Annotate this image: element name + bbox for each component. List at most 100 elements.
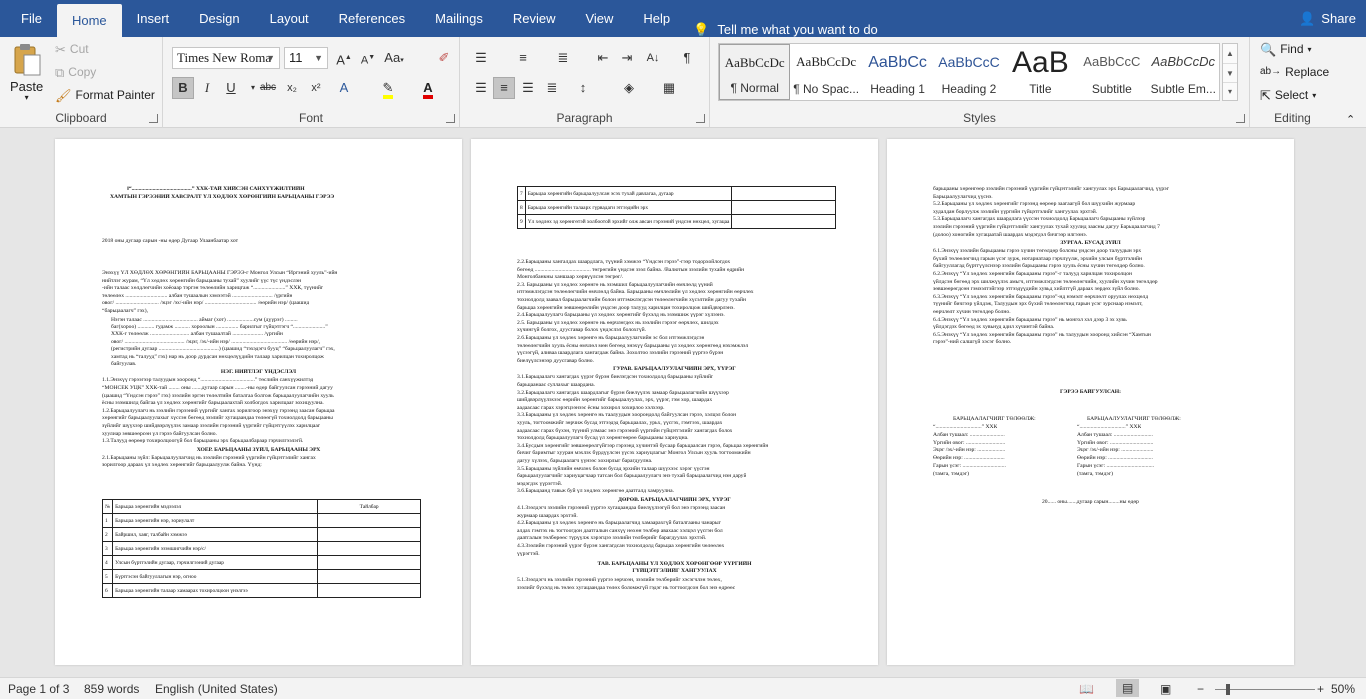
paintbrush-icon: 🖌 (55, 87, 72, 103)
collapse-ribbon-icon[interactable]: ⌃ (1346, 113, 1355, 126)
multilevel-list-icon[interactable]: ≣ (552, 47, 574, 69)
replace-button[interactable]: ab→ Replace (1260, 65, 1329, 79)
shrink-font-button[interactable]: A▼ (357, 47, 379, 69)
format-painter-button[interactable]: 🖌 Format Painter (55, 88, 155, 102)
more-styles-icon[interactable]: ▾ (1223, 82, 1237, 100)
subscript-button[interactable]: x₂ (281, 77, 303, 99)
text-effects-icon[interactable]: A (333, 77, 355, 99)
style-heading-2[interactable]: AaBbCcC Heading 2 (933, 44, 1004, 100)
page-count[interactable]: Page 1 of 3 (8, 682, 69, 696)
document-page-1[interactable]: ‖“......................................… (55, 139, 462, 665)
tab-view[interactable]: View (570, 0, 628, 37)
doc-text-line: биелүүлсэнээр дуусгавар болно. (517, 357, 594, 364)
zoom-slider-thumb[interactable] (1226, 684, 1230, 695)
style-subtitle[interactable]: AaBbCcC Subtitle (1076, 44, 1147, 100)
zoom-slider[interactable] (1215, 689, 1315, 690)
language[interactable]: English (United States) (155, 682, 278, 696)
document-page-3[interactable]: барьцааны хөрөнгөөр зээлийн гэрээний үүр… (887, 139, 1294, 665)
doc-text-line: 2.1.Барьцааны зүйл: Барьцаалуулагчид нь … (102, 454, 316, 461)
font-color-icon[interactable]: A (417, 77, 439, 99)
clipboard-group-label: Clipboard (55, 111, 107, 125)
align-left-icon[interactable]: ☰ (470, 77, 492, 99)
tab-home[interactable]: Home (56, 4, 122, 37)
tab-file[interactable]: File (6, 0, 57, 37)
font-name-select[interactable]: Times New Roma ▼ (172, 47, 280, 69)
justify-icon[interactable]: ≣ (541, 77, 563, 99)
table-row: 9 Үл хөдлөх эд хөрөнгөтэй холбоотой эрхий… (517, 214, 837, 229)
document-canvas[interactable]: ‖“......................................… (0, 128, 1366, 677)
increase-indent-icon[interactable]: ⇥ (616, 47, 638, 69)
doc-text-line: БАРЬЦААЛУУЛАГЧИЙГ ТӨЛӨӨЛЖ: (1087, 416, 1181, 422)
styles-launcher-icon[interactable] (1236, 114, 1245, 123)
doc-text-line: тохиолдолд заавал барьцаалагчийн болон и… (517, 297, 747, 303)
shading-icon[interactable]: ◈ (618, 77, 640, 99)
style-title[interactable]: AaB Title (1005, 44, 1076, 100)
doc-text-line: Үргийн овог: ...........................… (1077, 439, 1154, 446)
tab-mailings[interactable]: Mailings (420, 0, 498, 37)
web-layout-icon[interactable]: ▣ (1160, 682, 1171, 696)
tab-layout[interactable]: Layout (255, 0, 324, 37)
doc-text-line: Албан тушаал: ..........................… (1077, 431, 1153, 438)
cut-button[interactable]: ✂ Cut (55, 42, 89, 56)
paste-dropdown-icon[interactable]: ▾ (25, 93, 29, 102)
line-spacing-icon[interactable]: ↕ (572, 77, 594, 99)
doc-text-line: 4.1.Зээлдэгч зээлийн гэрээний үүргээ хуг… (517, 505, 726, 511)
align-center-icon[interactable]: ≡ (493, 77, 515, 99)
word-count[interactable]: 859 words (84, 682, 139, 696)
document-page-2[interactable]: 7 Барьцаа хөрөнгийн барьцаалуулсан эсэх т… (471, 139, 878, 665)
read-mode-icon[interactable]: 📖 (1079, 682, 1094, 696)
style-heading-1[interactable]: AaBbCc Heading 1 (862, 44, 933, 100)
superscript-button[interactable]: x² (305, 77, 327, 99)
paste-button[interactable]: Paste ▾ (10, 43, 43, 102)
underline-button[interactable]: U (220, 77, 242, 99)
style-subtle-em[interactable]: AaBbCcDc Subtle Em... (1148, 44, 1219, 100)
font-size-select[interactable]: 11 ▼ (284, 47, 328, 69)
clipboard-launcher-icon[interactable] (149, 114, 158, 123)
find-button[interactable]: 🔍 Find ▾ (1260, 42, 1312, 56)
style-normal[interactable]: AaBbCcDc ¶ Normal (719, 44, 791, 100)
style-preview: AaBbCcDc (724, 55, 785, 70)
italic-button[interactable]: I (196, 77, 218, 99)
style-no-spac[interactable]: AaBbCcDc ¶ No Spac... (790, 44, 861, 100)
doc-text-line: Гарын үсэг: ............................… (933, 463, 1006, 469)
chevron-up-icon[interactable]: ▲ (1223, 44, 1237, 63)
print-layout-icon[interactable]: ▤ (1116, 679, 1140, 697)
tab-help[interactable]: Help (628, 0, 685, 37)
share-button[interactable]: 👤 Share (1299, 0, 1356, 37)
highlight-icon[interactable]: ✎ (377, 77, 399, 99)
doc-text-line: дагуу хүлээх, барьцаалагч үүнээс хохирлы… (517, 458, 653, 464)
zoom-level[interactable]: 50% (1331, 682, 1355, 696)
clear-formatting-icon[interactable]: ✐ (433, 47, 455, 69)
numbering-icon[interactable]: ≡ (512, 47, 534, 69)
tab-design[interactable]: Design (184, 0, 254, 37)
zoom-in-icon[interactable]: + (1317, 682, 1324, 696)
table-cell: 6 (101, 583, 114, 598)
paragraph-launcher-icon[interactable] (696, 114, 705, 123)
change-case-button[interactable]: Aa▾ (383, 47, 405, 69)
align-right-icon[interactable]: ☰ (517, 77, 539, 99)
grow-font-button[interactable]: A▲ (333, 47, 355, 69)
tab-references[interactable]: References (324, 0, 420, 37)
strikethrough-button[interactable]: abc (257, 77, 279, 99)
pilcrow-icon[interactable]: ¶ (676, 47, 698, 69)
format-painter-label: Format Painter (75, 88, 155, 102)
chevron-down-icon[interactable]: ▼ (1223, 63, 1237, 82)
table-cell (317, 583, 422, 598)
doc-text-line: ‖“......................................… (127, 186, 305, 192)
select-button[interactable]: ⇱ Select ▾ (1260, 88, 1316, 102)
table-cell: Үл хөдлөх эд хөрөнгөтэй холбоотой эрхийг… (524, 214, 733, 229)
borders-icon[interactable]: ▦ (658, 77, 680, 99)
decrease-indent-icon[interactable]: ⇤ (592, 47, 614, 69)
zoom-out-icon[interactable]: − (1197, 682, 1204, 696)
doc-text-line: хөрөнгийг барьцаалуулахыг хүссэн бөгөөд … (102, 415, 333, 422)
styles-scroll[interactable]: ▲ ▼ ▾ (1222, 43, 1238, 101)
doc-text-line: зээлийн гэрээний үүргийн гүйцэтгэлийг ха… (933, 224, 1160, 230)
sort-icon[interactable]: A↓ (642, 47, 664, 69)
font-launcher-icon[interactable] (446, 114, 455, 123)
tab-review[interactable]: Review (498, 0, 571, 37)
tab-insert[interactable]: Insert (122, 0, 185, 37)
bullets-icon[interactable]: ☰ (470, 47, 492, 69)
bold-button[interactable]: B (172, 77, 194, 99)
copy-button[interactable]: ⧉ Copy (55, 65, 96, 79)
tell-me-box[interactable]: 💡 Tell me what you want to do (693, 22, 878, 37)
